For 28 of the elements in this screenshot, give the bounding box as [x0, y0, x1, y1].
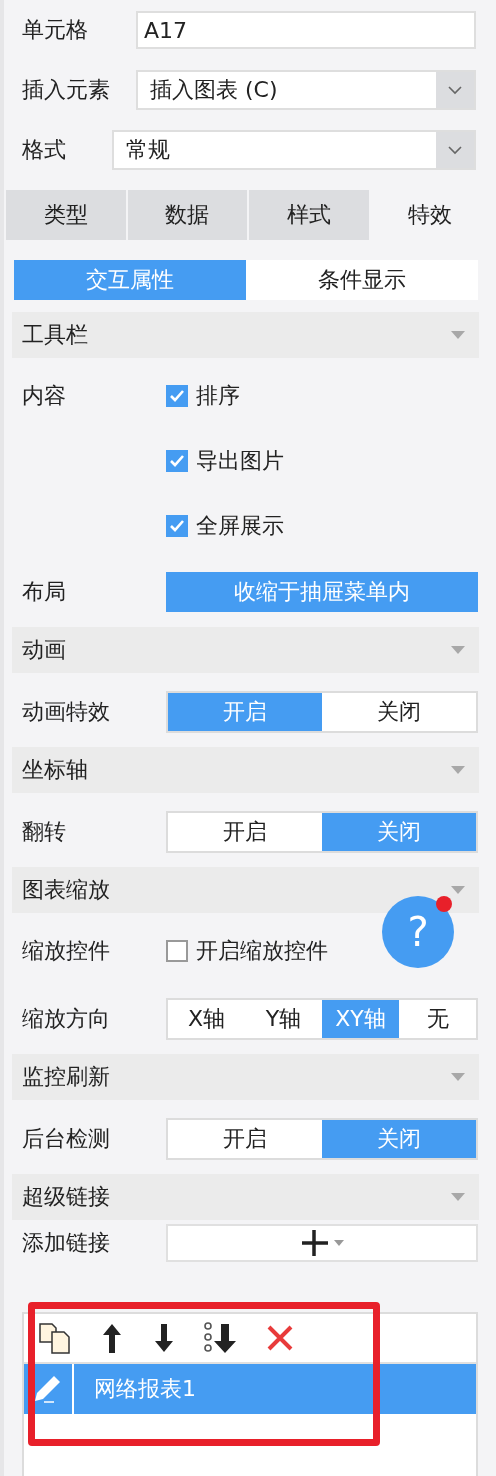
select-field[interactable]: 插入图表 (C) [136, 70, 476, 110]
checkbox[interactable]: 导出图片 [166, 441, 284, 481]
row-label: 动画特效 [22, 698, 111, 726]
select-field[interactable]: 常规 [112, 130, 476, 170]
tab[interactable]: 数据 [127, 190, 247, 240]
row-label: 布局 [22, 578, 67, 606]
row-label: 后台检测 [22, 1125, 111, 1153]
field-label: 格式 [22, 136, 67, 164]
row-label: 内容 [22, 382, 67, 410]
section-header[interactable]: 动画 [12, 627, 479, 673]
field-label: 单元格 [22, 16, 89, 44]
section-header[interactable]: 超级链接 [12, 1174, 479, 1220]
field-label: 插入元素 [22, 76, 111, 104]
section-header[interactable]: 工具栏 [12, 312, 479, 358]
row-label: 缩放控件 [22, 937, 111, 965]
row-label: 翻转 [22, 818, 67, 846]
section-header[interactable]: 坐标轴 [12, 747, 479, 793]
row-label: 缩放方向 [22, 1005, 111, 1033]
checkbox[interactable]: 全屏展示 [166, 506, 284, 546]
cell-input[interactable]: A17 [136, 11, 476, 49]
section-header[interactable]: 图表缩放 [12, 867, 479, 913]
row-label: 添加链接 [22, 1229, 111, 1257]
checkbox[interactable]: 开启缩放控件 [166, 931, 328, 971]
section-header[interactable]: 监控刷新 [12, 1054, 479, 1100]
checkbox[interactable]: 排序 [166, 376, 284, 416]
tab[interactable]: 样式 [249, 190, 369, 240]
tab[interactable]: 类型 [6, 190, 126, 240]
subtab[interactable]: 条件显示 [246, 260, 478, 300]
